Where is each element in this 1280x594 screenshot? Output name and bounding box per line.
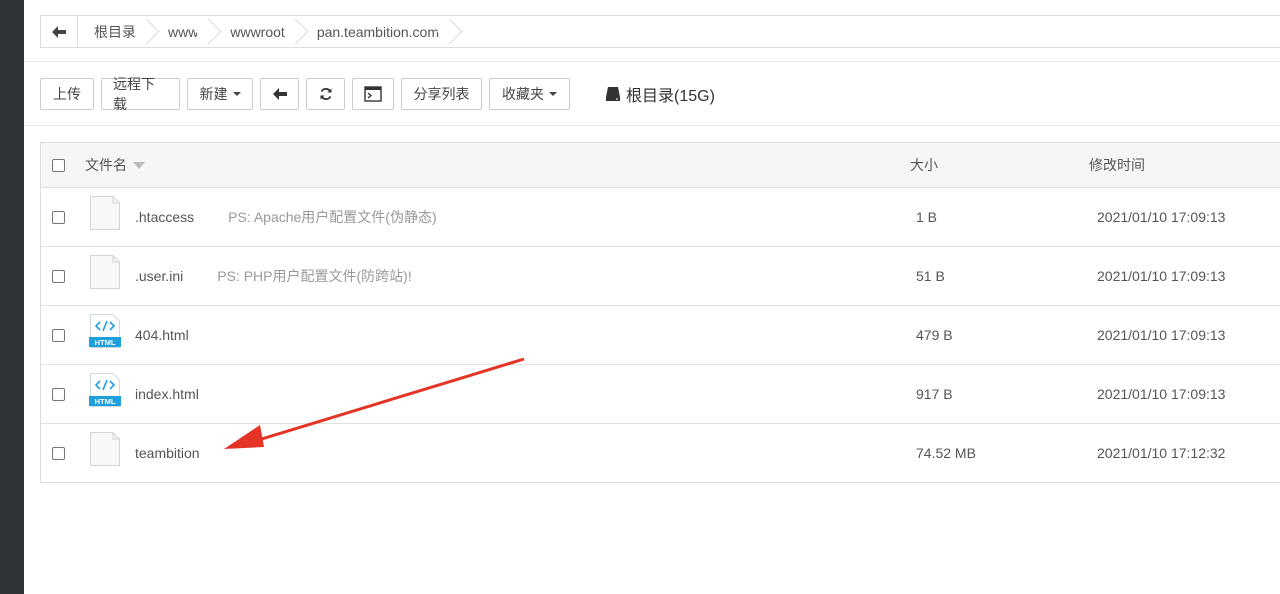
file-name-cell[interactable]: .user.ini PS: PHP用户配置文件(防跨站)! [135, 266, 412, 286]
file-icon [90, 196, 120, 230]
breadcrumb-item-wwwroot[interactable]: wwwroot [214, 16, 309, 47]
row-checkbox[interactable] [52, 446, 65, 460]
html-file-icon: HTML [89, 314, 121, 348]
breadcrumb-label: pan.teambition.com [316, 23, 439, 40]
file-modified: 2021/01/10 17:09:13 [1097, 327, 1226, 343]
upload-button[interactable]: 上传 [40, 78, 94, 110]
svg-text:HTML: HTML [95, 338, 116, 347]
file-modified: 2021/01/10 17:09:13 [1097, 209, 1226, 225]
file-size: 51 B [916, 268, 945, 284]
disk-label: 根目录(15G) [626, 88, 715, 105]
caret-down-icon [232, 92, 241, 96]
disk-info: 根目录(15G) [605, 82, 715, 106]
file-name[interactable]: .user.ini [135, 268, 183, 284]
breadcrumb: 根目录 www wwwroot pan.teambition.com [40, 15, 1280, 48]
arrow-left-icon [52, 25, 66, 38]
file-modified: 2021/01/10 17:12:32 [1097, 445, 1226, 461]
file-name-cell[interactable]: .htaccess PS: Apache用户配置文件(伪静态) [135, 207, 437, 227]
breadcrumb-label: wwwroot [230, 23, 285, 40]
breadcrumb-item-www[interactable]: www [152, 16, 222, 47]
file-name[interactable]: 404.html [135, 327, 189, 343]
row-checkbox[interactable] [52, 328, 65, 342]
new-dropdown-button[interactable]: 新建 [187, 78, 253, 110]
file-note: PS: Apache用户配置文件(伪静态) [228, 209, 437, 225]
file-icon [90, 255, 120, 289]
table-row[interactable]: HTML 404.html 479 B 2021/01/10 17:09:13 [41, 306, 1280, 365]
terminal-button[interactable] [352, 78, 394, 110]
file-size: 479 B [916, 327, 953, 343]
terminal-icon [364, 86, 382, 102]
caret-down-icon [549, 92, 557, 96]
file-table: 文件名 大小 修改时间 .htaccess PS: Apache用户配置文件(伪静… [40, 142, 1280, 483]
share-list-button[interactable]: 分享列表 [401, 78, 482, 110]
svg-text:HTML: HTML [95, 397, 116, 406]
name-column-header[interactable]: 文件名 [85, 155, 145, 175]
file-name[interactable]: .htaccess [135, 209, 194, 225]
select-all-checkbox[interactable] [52, 158, 65, 172]
favorites-dropdown-button[interactable]: 收藏夹 [489, 78, 570, 110]
table-header: 文件名 大小 修改时间 [41, 143, 1280, 188]
refresh-icon [320, 88, 331, 100]
file-modified: 2021/01/10 17:09:13 [1097, 386, 1226, 402]
row-checkbox[interactable] [52, 210, 65, 224]
row-checkbox[interactable] [52, 387, 65, 401]
favorites-label: 收藏夹 [502, 86, 544, 102]
file-manager-page: 根目录 www wwwroot pan.teambition.com 上传 远程… [24, 0, 1280, 594]
file-name[interactable]: teambition [135, 445, 200, 461]
file-icon [90, 432, 120, 466]
file-size: 74.52 MB [916, 445, 976, 461]
file-modified: 2021/01/10 17:09:13 [1097, 268, 1226, 284]
table-row[interactable]: HTML index.html 917 B 2021/01/10 17:09:1… [41, 365, 1280, 424]
file-size: 1 B [916, 209, 938, 225]
table-row[interactable]: teambition 74.52 MB 2021/01/10 17:12:32 [41, 424, 1280, 482]
divider [24, 61, 1280, 62]
file-note: PS: PHP用户配置文件(防跨站)! [217, 268, 412, 284]
toolbar: 上传 远程下载 新建 分享列表 收藏夹 根目录(15G) [40, 76, 715, 112]
modified-column-header[interactable]: 修改时间 [1089, 155, 1145, 175]
remote-download-button[interactable]: 远程下载 [101, 76, 180, 112]
breadcrumb-label: www [168, 23, 199, 40]
size-column-header[interactable]: 大小 [910, 155, 938, 175]
divider [24, 125, 1280, 126]
breadcrumb-item-root[interactable]: 根目录 [78, 16, 160, 47]
file-name[interactable]: index.html [135, 386, 199, 402]
html-file-icon: HTML [89, 373, 121, 407]
arrow-left-icon [272, 88, 287, 100]
sort-down-icon[interactable] [133, 161, 145, 169]
name-header-label: 文件名 [85, 157, 127, 173]
hdd-icon [606, 87, 620, 101]
breadcrumb-item-site[interactable]: pan.teambition.com [301, 16, 463, 47]
back-button[interactable] [41, 16, 78, 47]
refresh-button[interactable] [306, 78, 345, 110]
table-row[interactable]: .user.ini PS: PHP用户配置文件(防跨站)! 51 B 2021/0… [41, 247, 1280, 306]
new-label: 新建 [199, 86, 228, 102]
table-row[interactable]: .htaccess PS: Apache用户配置文件(伪静态) 1 B 2021/… [41, 188, 1280, 247]
breadcrumb-label: 根目录 [94, 23, 136, 40]
file-size: 917 B [916, 386, 953, 402]
back-toolbar-button[interactable] [260, 78, 299, 110]
row-checkbox[interactable] [52, 269, 65, 283]
